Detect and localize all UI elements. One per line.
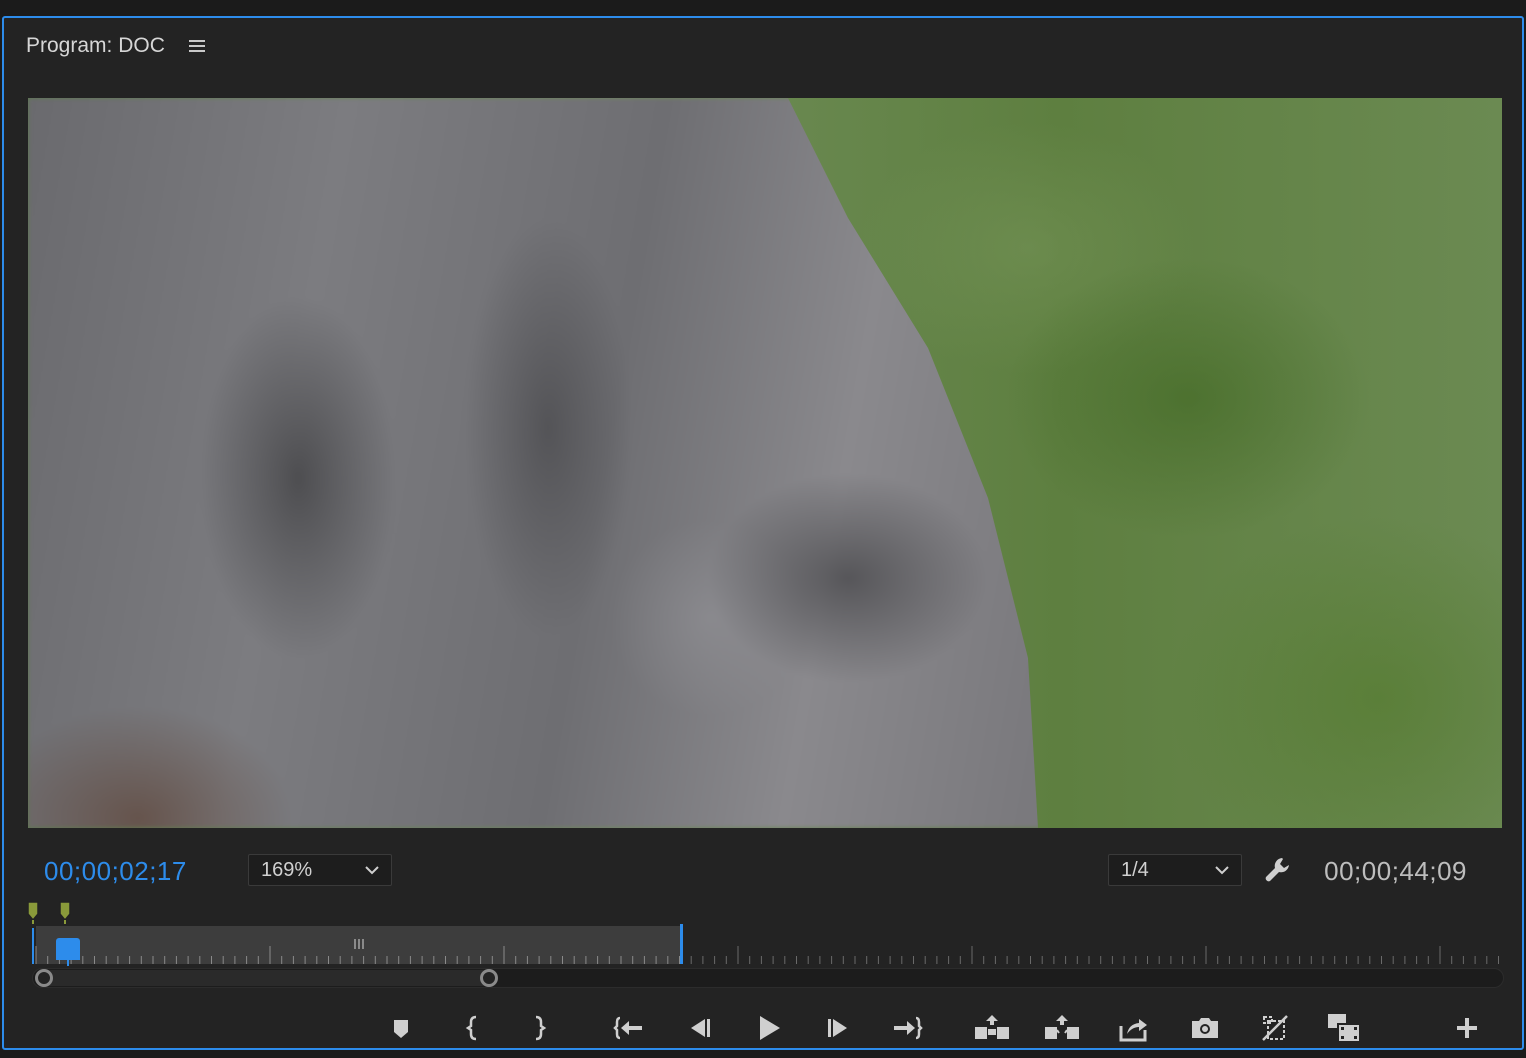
zoom-level-value: 169% <box>261 858 313 881</box>
out-point-marker[interactable] <box>680 924 683 964</box>
play-icon <box>760 1016 780 1040</box>
time-ruler[interactable] <box>30 924 1504 966</box>
zoom-level-select[interactable]: 169% <box>248 854 392 886</box>
marker-icon <box>394 1020 408 1038</box>
step-back-icon <box>691 1019 710 1037</box>
panel-header: Program: DOC <box>26 32 207 60</box>
zoom-handle-right[interactable] <box>480 969 498 987</box>
export-frame-button[interactable] <box>1183 1006 1227 1050</box>
duration-timecode: 00;00;44;09 <box>1324 856 1467 886</box>
transport-controls <box>4 1006 1526 1050</box>
go-to-out-icon <box>894 1016 923 1040</box>
zoom-scrollbar-thumb[interactable] <box>35 970 491 986</box>
ruler-ticks <box>35 946 1499 964</box>
comparison-view-button[interactable] <box>1253 1006 1297 1050</box>
playhead[interactable] <box>56 938 80 966</box>
hamburger-menu-icon[interactable] <box>188 38 207 54</box>
step-back-button[interactable] <box>677 1006 721 1050</box>
lift-icon <box>975 1015 1009 1039</box>
comparison-view-icon <box>1262 1015 1288 1041</box>
zoom-handle-left[interactable] <box>35 969 53 987</box>
extract-icon <box>1045 1015 1079 1039</box>
chevron-down-icon <box>365 866 379 875</box>
mark-in-button[interactable] <box>452 1006 496 1050</box>
go-to-in-button[interactable] <box>607 1006 651 1050</box>
video-preview[interactable] <box>28 98 1502 828</box>
go-to-in-icon <box>613 1016 642 1040</box>
video-frame-content <box>28 98 1038 828</box>
wrench-settings-icon[interactable] <box>1262 854 1296 888</box>
button-editor-button[interactable] <box>1445 1006 1489 1050</box>
playback-resolution-value: 1/4 <box>1121 858 1149 881</box>
playback-resolution-select[interactable]: 1/4 <box>1108 854 1242 886</box>
add-marker-button[interactable] <box>379 1006 423 1050</box>
panel-title[interactable]: Program: DOC <box>26 34 165 58</box>
multi-camera-button[interactable] <box>1322 1006 1366 1050</box>
zoom-scrollbar[interactable] <box>32 968 1504 988</box>
program-monitor-panel: Program: DOC 00;00;02;17 169% 1/4 00;00;… <box>2 16 1524 1050</box>
lift-button[interactable] <box>970 1006 1014 1050</box>
marker-icon[interactable] <box>26 900 40 924</box>
mark-out-icon <box>535 1015 547 1041</box>
mark-in-icon <box>465 1015 477 1041</box>
step-forward-button[interactable] <box>817 1006 861 1050</box>
go-to-out-button[interactable] <box>885 1006 929 1050</box>
multi-camera-icon <box>1328 1014 1361 1043</box>
play-button[interactable] <box>746 1006 790 1050</box>
camera-icon <box>1192 1018 1218 1038</box>
mark-out-button[interactable] <box>516 1006 560 1050</box>
export-icon <box>1119 1019 1147 1042</box>
extract-button[interactable] <box>1040 1006 1084 1050</box>
export-button[interactable] <box>1111 1006 1155 1050</box>
step-forward-icon <box>828 1019 847 1037</box>
chevron-down-icon <box>1215 866 1229 875</box>
marker-icon[interactable] <box>58 900 72 924</box>
current-timecode[interactable]: 00;00;02;17 <box>44 856 187 887</box>
in-point-marker <box>32 928 34 964</box>
plus-icon <box>1457 1018 1477 1038</box>
grip-icon[interactable] <box>353 938 365 950</box>
